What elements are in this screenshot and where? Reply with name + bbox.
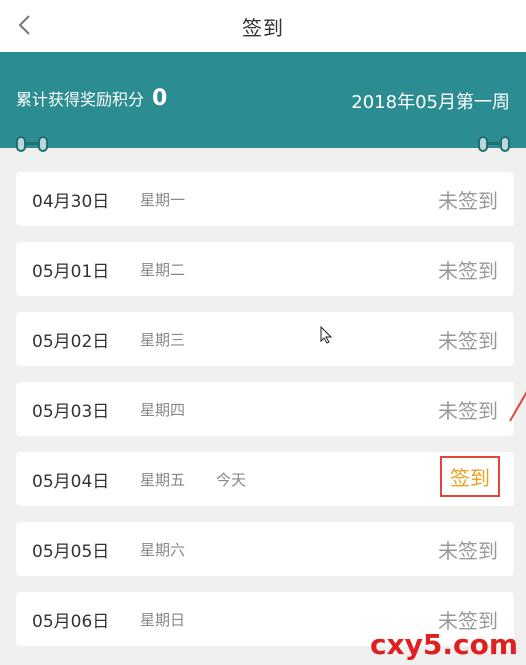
day-row-today[interactable]: 05月04日 星期五 今天 签到 [16, 452, 514, 506]
checkin-status[interactable]: 未签到 [438, 185, 498, 214]
day-date: 05月06日 [32, 611, 110, 632]
points-value: 0 [152, 86, 168, 111]
checkin-status[interactable]: 未签到 [438, 255, 498, 284]
points-label: 累计获得奖励积分 [16, 90, 145, 109]
day-row[interactable]: 05月01日 星期二 未签到 [16, 242, 514, 296]
checkin-button[interactable]: 签到 [440, 456, 500, 497]
day-date: 05月02日 [32, 331, 110, 352]
mouse-cursor-icon [320, 326, 332, 344]
day-weekday: 星期三 [140, 330, 186, 349]
day-row[interactable]: 04月30日 星期一 未签到 [16, 172, 514, 226]
day-date: 04月30日 [32, 191, 110, 212]
back-button[interactable] [12, 10, 36, 40]
checkin-status[interactable]: 未签到 [438, 395, 498, 424]
day-weekday: 星期四 [140, 400, 186, 419]
watermark: cxy5.com [369, 628, 518, 661]
day-weekday: 星期二 [140, 260, 186, 279]
day-weekday: 星期日 [140, 610, 186, 629]
chevron-left-icon [18, 15, 30, 35]
binder-ring-icon [478, 136, 488, 152]
day-date: 05月04日 [32, 471, 110, 492]
points-banner: 累计获得奖励积分 0 2018年05月第一周 [0, 52, 526, 152]
checkin-status[interactable]: 未签到 [438, 535, 498, 564]
binder-ring-icon [38, 136, 48, 152]
nav-bar: 签到 [0, 0, 526, 52]
day-weekday: 星期六 [140, 540, 186, 559]
day-row[interactable]: 05月05日 星期六 未签到 [16, 522, 514, 576]
day-date: 05月05日 [32, 541, 110, 562]
today-label: 今天 [216, 470, 247, 489]
day-date: 05月01日 [32, 261, 110, 282]
checkin-status[interactable]: 未签到 [438, 325, 498, 354]
page-title: 签到 [242, 15, 284, 40]
week-label: 2018年05月第一周 [351, 92, 510, 113]
day-weekday: 星期一 [140, 190, 186, 209]
binder-ring-icon [16, 136, 26, 152]
day-row[interactable]: 05月03日 星期四 未签到 [16, 382, 514, 436]
points-summary: 累计获得奖励积分 0 [16, 86, 167, 111]
day-date: 05月03日 [32, 401, 110, 422]
binder-ring-icon [500, 136, 510, 152]
day-weekday: 星期五 [140, 470, 186, 489]
day-row[interactable]: 05月02日 星期三 未签到 [16, 312, 514, 366]
